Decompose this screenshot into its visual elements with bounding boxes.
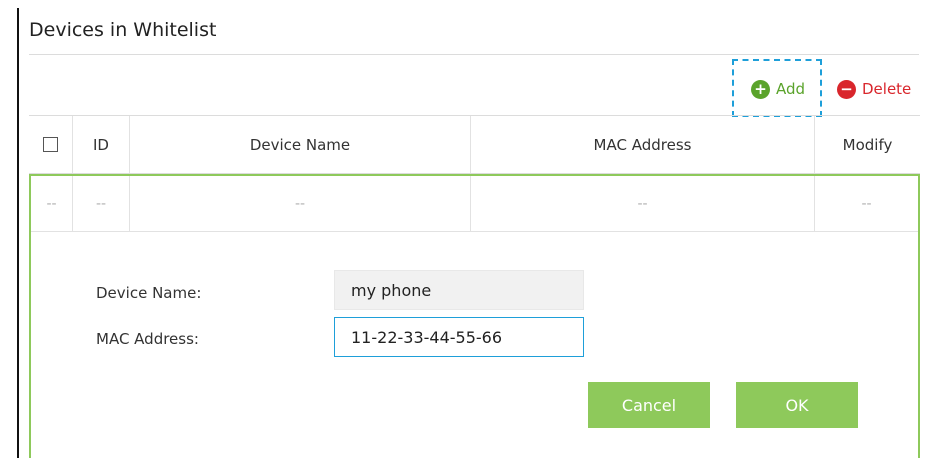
delete-button-label: Delete — [862, 80, 912, 98]
panel-title: Devices in Whitelist — [29, 19, 217, 41]
row-id-cell: -- — [73, 176, 130, 231]
plus-circle-icon: + — [751, 79, 770, 99]
delete-button[interactable]: − Delete — [837, 79, 911, 99]
ok-button[interactable]: OK — [736, 382, 858, 428]
mac-address-field[interactable] — [334, 317, 584, 357]
cancel-button[interactable]: Cancel — [588, 382, 710, 428]
column-header-id: ID — [73, 116, 130, 173]
column-header-mac-address: MAC Address — [471, 116, 815, 173]
title-divider — [29, 54, 919, 55]
device-name-label: Device Name: — [96, 284, 202, 302]
device-name-field[interactable] — [334, 270, 584, 310]
row-modify-cell: -- — [861, 195, 872, 212]
table-header-row: ID Device Name MAC Address Modify — [29, 115, 920, 174]
whitelist-table: ID Device Name MAC Address Modify — [29, 115, 920, 174]
mac-address-label: MAC Address: — [96, 330, 199, 348]
select-all-checkbox[interactable] — [43, 137, 58, 152]
table-row: -- -- -- -- -- — [31, 176, 918, 232]
left-border — [17, 8, 19, 458]
column-header-modify: Modify — [842, 135, 893, 154]
row-device-name-cell: -- — [130, 176, 471, 231]
add-button-label: Add — [776, 80, 806, 98]
header-select-all — [29, 116, 73, 173]
column-header-device-name: Device Name — [130, 116, 471, 173]
row-mac-address-cell: -- — [471, 176, 815, 231]
add-button[interactable]: + Add — [751, 79, 805, 99]
row-select-cell: -- — [31, 176, 73, 231]
minus-circle-icon: − — [837, 79, 856, 99]
